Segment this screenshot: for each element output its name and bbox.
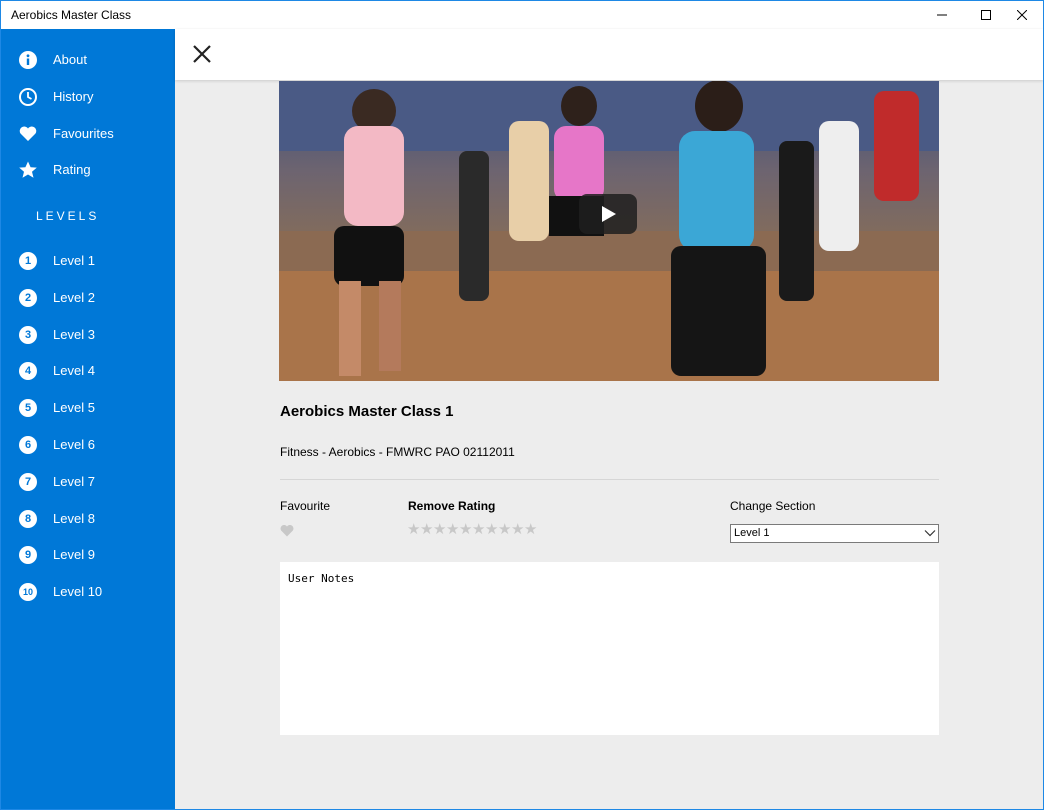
app-window: Aerobics Master Class About History Favo… xyxy=(0,0,1044,810)
video-title: Aerobics Master Class 1 xyxy=(280,403,454,420)
sidebar-item-label: Level 4 xyxy=(53,363,95,378)
sidebar-item-label: Level 9 xyxy=(53,547,95,562)
sidebar-item-level-4[interactable]: 4 Level 4 xyxy=(1,353,175,389)
sidebar-item-level-1[interactable]: 1 Level 1 xyxy=(1,243,175,279)
number-10-icon: 10 xyxy=(19,583,37,601)
rating-star-icon[interactable]: ★ xyxy=(459,522,472,537)
minimize-button[interactable] xyxy=(919,1,965,29)
close-icon[interactable] xyxy=(191,43,213,65)
number-5-icon: 5 xyxy=(19,399,37,417)
divider xyxy=(280,479,939,480)
sidebar-item-label: Rating xyxy=(53,162,91,177)
sidebar-item-level-7[interactable]: 7 Level 7 xyxy=(1,464,175,500)
sidebar-item-label: Level 2 xyxy=(53,290,95,305)
change-section-label: Change Section xyxy=(730,499,816,513)
rating-star-icon[interactable]: ★ xyxy=(485,522,498,537)
sidebar-item-level-6[interactable]: 6 Level 6 xyxy=(1,427,175,463)
sidebar-item-level-10[interactable]: 10 Level 10 xyxy=(1,574,175,610)
info-icon xyxy=(19,51,37,69)
number-9-icon: 9 xyxy=(19,546,37,564)
number-4-icon: 4 xyxy=(19,362,37,380)
video-description: Fitness - Aerobics - FMWRC PAO 02112011 xyxy=(280,445,515,459)
sidebar-item-label: About xyxy=(53,52,87,67)
number-1-icon: 1 xyxy=(19,252,37,270)
sidebar-item-favourites[interactable]: Favourites xyxy=(1,116,175,152)
rating-star-icon[interactable]: ★ xyxy=(524,522,537,537)
sidebar-item-level-5[interactable]: 5 Level 5 xyxy=(1,390,175,426)
rating-star-icon[interactable]: ★ xyxy=(472,522,485,537)
heart-icon xyxy=(19,126,37,141)
title-bar: Aerobics Master Class xyxy=(1,1,1043,29)
sidebar-item-label: Level 1 xyxy=(53,253,95,268)
window-title: Aerobics Master Class xyxy=(11,8,132,22)
number-3-icon: 3 xyxy=(19,326,37,344)
clock-icon xyxy=(19,88,37,106)
number-2-icon: 2 xyxy=(19,289,37,307)
number-6-icon: 6 xyxy=(19,436,37,454)
sidebar-item-level-8[interactable]: 8 Level 8 xyxy=(1,501,175,537)
rating-star-icon[interactable]: ★ xyxy=(498,522,511,537)
window-close-button[interactable] xyxy=(999,1,1043,29)
minimize-icon xyxy=(937,14,947,16)
play-button[interactable] xyxy=(579,194,637,234)
sidebar-item-label: Level 10 xyxy=(53,584,103,599)
favourite-label: Favourite xyxy=(280,499,331,513)
rating-star-icon[interactable]: ★ xyxy=(407,522,420,537)
sidebar: About History Favourites Rating LEVELS 1 xyxy=(1,29,175,809)
sidebar-item-label: Level 7 xyxy=(53,474,95,489)
close-icon xyxy=(1017,10,1027,20)
sidebar-item-level-2[interactable]: 2 Level 2 xyxy=(1,280,175,316)
chevron-down-icon xyxy=(924,530,936,537)
maximize-icon xyxy=(981,10,991,20)
content-header xyxy=(175,29,1043,80)
section-select-value: Level 1 xyxy=(734,527,770,539)
rating-star-icon[interactable]: ★ xyxy=(446,522,459,537)
remove-rating-button[interactable]: Remove Rating xyxy=(408,499,495,513)
rating-star-icon[interactable]: ★ xyxy=(433,522,446,537)
heart-icon[interactable] xyxy=(280,524,294,537)
sidebar-item-label: History xyxy=(53,89,94,104)
star-icon xyxy=(19,161,37,178)
sidebar-item-label: Level 3 xyxy=(53,327,95,342)
user-notes-placeholder: User Notes xyxy=(288,572,355,585)
section-select[interactable]: Level 1 xyxy=(730,524,939,543)
video-player[interactable] xyxy=(279,81,939,381)
sidebar-item-label: Level 8 xyxy=(53,511,95,526)
sidebar-item-history[interactable]: History xyxy=(1,79,175,115)
user-notes-textarea[interactable]: User Notes xyxy=(280,562,939,735)
play-icon xyxy=(602,206,616,222)
levels-heading: LEVELS xyxy=(36,209,100,223)
sidebar-item-about[interactable]: About xyxy=(1,42,175,78)
sidebar-item-rating[interactable]: Rating xyxy=(1,152,175,188)
star-rating[interactable]: ★ ★ ★ ★ ★ ★ ★ ★ ★ ★ xyxy=(407,522,537,537)
sidebar-item-label: Level 5 xyxy=(53,400,95,415)
sidebar-item-label: Level 6 xyxy=(53,437,95,452)
sidebar-item-level-9[interactable]: 9 Level 9 xyxy=(1,537,175,573)
sidebar-item-level-3[interactable]: 3 Level 3 xyxy=(1,317,175,353)
sidebar-item-label: Favourites xyxy=(53,126,114,141)
rating-star-icon[interactable]: ★ xyxy=(420,522,433,537)
number-7-icon: 7 xyxy=(19,473,37,491)
number-8-icon: 8 xyxy=(19,510,37,528)
rating-star-icon[interactable]: ★ xyxy=(511,522,524,537)
